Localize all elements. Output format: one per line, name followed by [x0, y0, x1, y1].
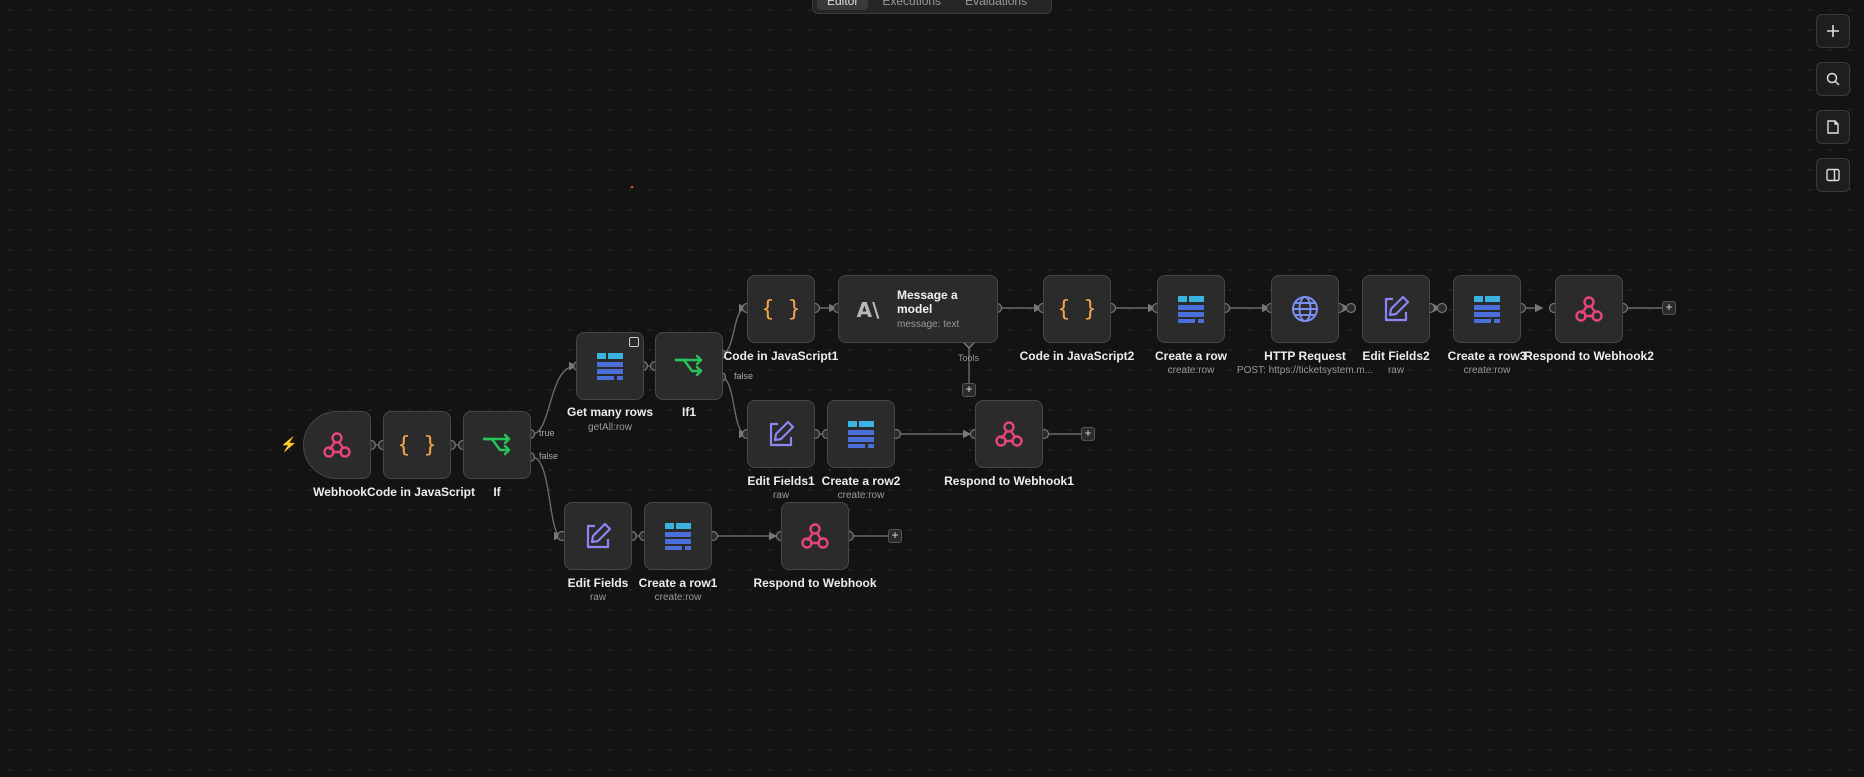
code-braces-icon: { } — [764, 297, 798, 322]
add-tool-button[interactable]: + — [962, 383, 976, 397]
node-title: Message a model — [897, 288, 958, 316]
add-node-after-respond-webhook1[interactable]: + — [1081, 427, 1095, 441]
table-icon — [597, 353, 623, 380]
expand-icon[interactable] — [629, 337, 639, 347]
node-create-a-row3[interactable] — [1453, 275, 1521, 343]
node-get-many-rows[interactable] — [576, 332, 644, 400]
node-label-create-a-row3: Create a row3 — [1447, 349, 1527, 363]
globe-icon — [1292, 296, 1318, 322]
node-label-code-in-javascript1: Code in JavaScript1 — [723, 349, 839, 363]
node-code-in-javascript2[interactable]: { } — [1043, 275, 1111, 343]
svg-text:A\: A\ — [857, 298, 880, 322]
edit-icon — [1384, 295, 1410, 322]
node-sub-http-request: POST: https://ticketsystem.m... — [1236, 365, 1374, 376]
node-label-code-in-javascript2: Code in JavaScript2 — [1019, 349, 1135, 363]
code-braces-icon: { } — [400, 433, 434, 458]
trigger-bolt-icon: ⚡ — [280, 436, 298, 452]
table-icon — [665, 523, 691, 550]
node-label-http-request: HTTP Request — [1264, 349, 1346, 363]
table-icon — [1474, 296, 1500, 323]
if-branch-icon — [482, 433, 511, 456]
webhook-icon — [1575, 296, 1603, 322]
node-sub-create-a-row2: create:row — [837, 490, 885, 501]
node-label-edit-fields: Edit Fields — [567, 576, 629, 590]
node-label-create-a-row1: Create a row1 — [638, 576, 718, 590]
add-node-button[interactable] — [1816, 14, 1850, 48]
node-edit-fields2[interactable] — [1362, 275, 1430, 343]
tab-executions[interactable]: Executions — [872, 0, 951, 10]
node-sub-edit-fields1: raw — [772, 490, 790, 501]
node-sub-create-a-row1: create:row — [654, 592, 702, 603]
node-if1[interactable] — [655, 332, 723, 400]
node-message-a-model[interactable]: A\ Message a model message: text — [838, 275, 998, 343]
sticky-note-icon — [1827, 120, 1839, 134]
node-edit-fields[interactable] — [564, 502, 632, 570]
panel-icon — [1826, 168, 1840, 182]
node-sub-create-a-row: create:row — [1167, 365, 1215, 376]
node-http-request[interactable] — [1271, 275, 1339, 343]
node-label-edit-fields1: Edit Fields1 — [747, 474, 815, 488]
node-label-respond-to-webhook2: Respond to Webhook2 — [1524, 349, 1654, 363]
node-sub-get-many-rows: getAll:row — [588, 422, 632, 433]
webhook-icon — [323, 432, 351, 458]
node-create-a-row1[interactable] — [644, 502, 712, 570]
toggle-panel-button[interactable] — [1816, 158, 1850, 192]
branch-label-false: false — [539, 451, 559, 461]
webhook-icon — [801, 523, 829, 549]
svg-text:{ }: { } — [764, 297, 798, 322]
search-nodes-button[interactable] — [1816, 62, 1850, 96]
tab-evaluations[interactable]: Evaluations — [955, 0, 1037, 10]
node-sub-edit-fields2: raw — [1387, 365, 1405, 376]
if-branch-icon — [674, 354, 703, 377]
node-respond-to-webhook[interactable] — [781, 502, 849, 570]
node-subtitle: message: text — [897, 319, 960, 330]
tools-label: Tools — [958, 353, 980, 363]
node-label-respond-to-webhook1: Respond to Webhook1 — [944, 474, 1074, 488]
node-edit-fields1[interactable] — [747, 400, 815, 468]
sticky-note-button[interactable] — [1816, 110, 1850, 144]
table-icon — [1178, 296, 1204, 323]
node-sub-create-a-row3: create:row — [1463, 365, 1511, 376]
code-braces-icon: { } — [1060, 297, 1094, 322]
svg-text:{ }: { } — [1060, 297, 1094, 322]
node-if[interactable] — [463, 411, 531, 479]
node-label-get-many-rows: Get many rows — [566, 405, 654, 419]
edit-icon — [586, 522, 612, 549]
add-node-after-respond-webhook2[interactable]: + — [1662, 301, 1676, 315]
anthropic-icon: A\ — [857, 298, 880, 322]
node-webhook[interactable] — [303, 411, 371, 479]
editor-tabs: Editor Executions Evaluations — [812, 0, 1052, 14]
node-code-in-javascript1[interactable]: { } — [747, 275, 815, 343]
add-node-after-respond-webhook[interactable]: + — [888, 529, 902, 543]
node-label-respond-to-webhook: Respond to Webhook — [753, 576, 877, 590]
node-code-in-javascript[interactable]: { } — [383, 411, 451, 479]
node-label-create-a-row: Create a row — [1154, 349, 1228, 363]
node-label-create-a-row2: Create a row2 — [821, 474, 901, 488]
node-label-code-in-javascript: Code in JavaScript — [366, 485, 476, 499]
connections-layer — [365, 185, 1662, 542]
node-respond-to-webhook1[interactable] — [975, 400, 1043, 468]
search-icon — [1826, 72, 1840, 86]
tab-editor[interactable]: Editor — [817, 0, 869, 10]
branch-label-true: true — [539, 428, 555, 438]
edit-icon — [769, 420, 795, 447]
table-icon — [848, 421, 874, 448]
branch-label-if1-false: false — [734, 371, 754, 381]
svg-text:{ }: { } — [400, 433, 434, 458]
webhook-icon — [995, 421, 1023, 447]
plus-icon — [1827, 25, 1839, 37]
node-create-a-row[interactable] — [1157, 275, 1225, 343]
node-label-if1: If1 — [681, 405, 697, 419]
node-label-edit-fields2: Edit Fields2 — [1362, 349, 1430, 363]
node-create-a-row2[interactable] — [827, 400, 895, 468]
node-respond-to-webhook2[interactable] — [1555, 275, 1623, 343]
node-label-webhook: Webhook — [313, 485, 367, 499]
node-label-if: If — [493, 485, 501, 499]
node-sub-edit-fields: raw — [589, 592, 607, 603]
